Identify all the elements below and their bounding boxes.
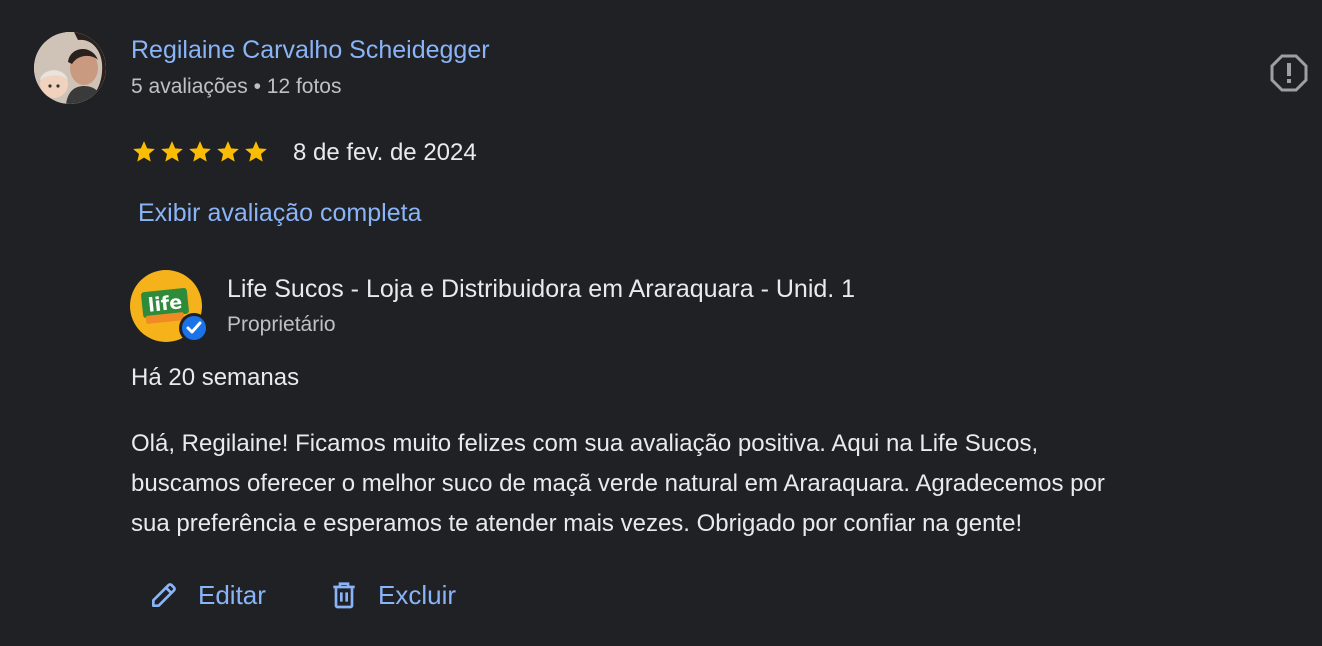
owner-response-text: Olá, Regilaine! Ficamos muito felizes co… — [131, 424, 1311, 544]
business-name: Life Sucos - Loja e Distribuidora em Ara… — [227, 275, 856, 303]
avatar-photo — [34, 32, 106, 104]
pencil-icon — [152, 583, 176, 607]
response-text-line: Olá, Regilaine! Ficamos muito felizes co… — [131, 430, 1039, 457]
response-text-line: sua preferência e esperamos te atender m… — [131, 510, 1023, 537]
reviewer-avatar[interactable] — [34, 32, 106, 104]
report-review-icon[interactable] — [1270, 54, 1308, 92]
star-icon — [161, 141, 183, 162]
reviewer-stats: 5 avaliações • 12 fotos — [131, 75, 342, 98]
review-date: 8 de fev. de 2024 — [293, 139, 477, 166]
show-full-review-link[interactable]: Exibir avaliação completa — [138, 199, 421, 228]
edit-label: Editar — [198, 579, 266, 610]
star-icon — [189, 141, 211, 162]
delete-label: Excluir — [378, 579, 457, 610]
owner-logo: life — [130, 270, 210, 344]
delete-button[interactable]: Excluir — [328, 576, 456, 614]
star-icon — [133, 141, 155, 162]
reviewer-name[interactable]: Regilaine Carvalho Scheidegger — [131, 36, 490, 65]
star-icon — [245, 141, 267, 162]
response-time: Há 20 semanas — [131, 364, 300, 391]
response-text-line: buscamos oferecer o melhor suco de maçã … — [131, 470, 1105, 497]
edit-button[interactable]: Editar — [148, 576, 266, 614]
trash-icon — [333, 582, 355, 609]
star-rating — [131, 139, 269, 165]
logo-text: life — [147, 291, 183, 316]
star-icon — [217, 141, 239, 162]
owner-role-label: Proprietário — [227, 313, 336, 336]
